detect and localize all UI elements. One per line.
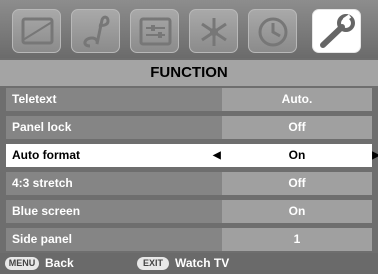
tab-settings[interactable] (130, 9, 179, 53)
menu-row-label: Panel lock (6, 116, 222, 139)
menu-row-panel-lock[interactable]: Panel lock Off (0, 116, 378, 139)
tv-osd-menu: FUNCTION Teletext Auto. Panel lock Off A… (0, 0, 378, 274)
menu-row-label: Side panel (6, 228, 222, 251)
right-arrow-icon[interactable]: ▶ (372, 144, 378, 167)
antenna-icon (201, 18, 227, 46)
menu-row-teletext[interactable]: Teletext Auto. (0, 88, 378, 111)
footer-bar: MENU Back EXIT Watch TV (0, 253, 378, 274)
tab-tuning[interactable] (189, 9, 238, 53)
menu-key-label: Back (45, 256, 74, 270)
menu-row-label: 4:3 stretch (6, 172, 222, 195)
menu-row-value[interactable]: On (222, 200, 372, 223)
menu-row-value[interactable]: Off (222, 172, 372, 195)
exit-key-badge[interactable]: EXIT (137, 257, 169, 270)
left-arrow-icon[interactable]: ◀ (213, 144, 221, 167)
tab-timer[interactable] (248, 9, 297, 53)
menu-row-value[interactable]: Auto. (222, 88, 372, 111)
exit-key-label: Watch TV (175, 256, 230, 270)
tab-picture[interactable] (12, 9, 61, 53)
menu-row-label: Teletext (6, 88, 222, 111)
menu-row-auto-format[interactable]: Auto format ◀ On ▶ (0, 144, 378, 167)
menu-tab-bar (0, 0, 378, 58)
tab-function[interactable] (312, 9, 361, 53)
screen-icon (21, 17, 54, 45)
menu-row-value[interactable]: Off (222, 116, 372, 139)
menu-row-value: On (288, 148, 306, 162)
menu-title: FUNCTION (0, 60, 378, 86)
music-note-icon (83, 15, 110, 48)
menu-key-badge[interactable]: MENU (5, 257, 39, 270)
menu-row-label: Auto format (6, 144, 222, 167)
menu-row-label: Blue screen (6, 200, 222, 223)
clock-icon (258, 17, 288, 47)
menu-row-side-panel[interactable]: Side panel 1 (0, 228, 378, 251)
menu-row-value-container[interactable]: ◀ On ▶ (213, 144, 378, 167)
menu-row-blue-screen[interactable]: Blue screen On (0, 200, 378, 223)
tab-sound[interactable] (71, 9, 120, 53)
wrench-icon (320, 14, 355, 48)
menu-row-4-3-stretch[interactable]: 4:3 stretch Off (0, 172, 378, 195)
menu-row-value[interactable]: 1 (222, 228, 372, 251)
sliders-icon (139, 17, 172, 46)
